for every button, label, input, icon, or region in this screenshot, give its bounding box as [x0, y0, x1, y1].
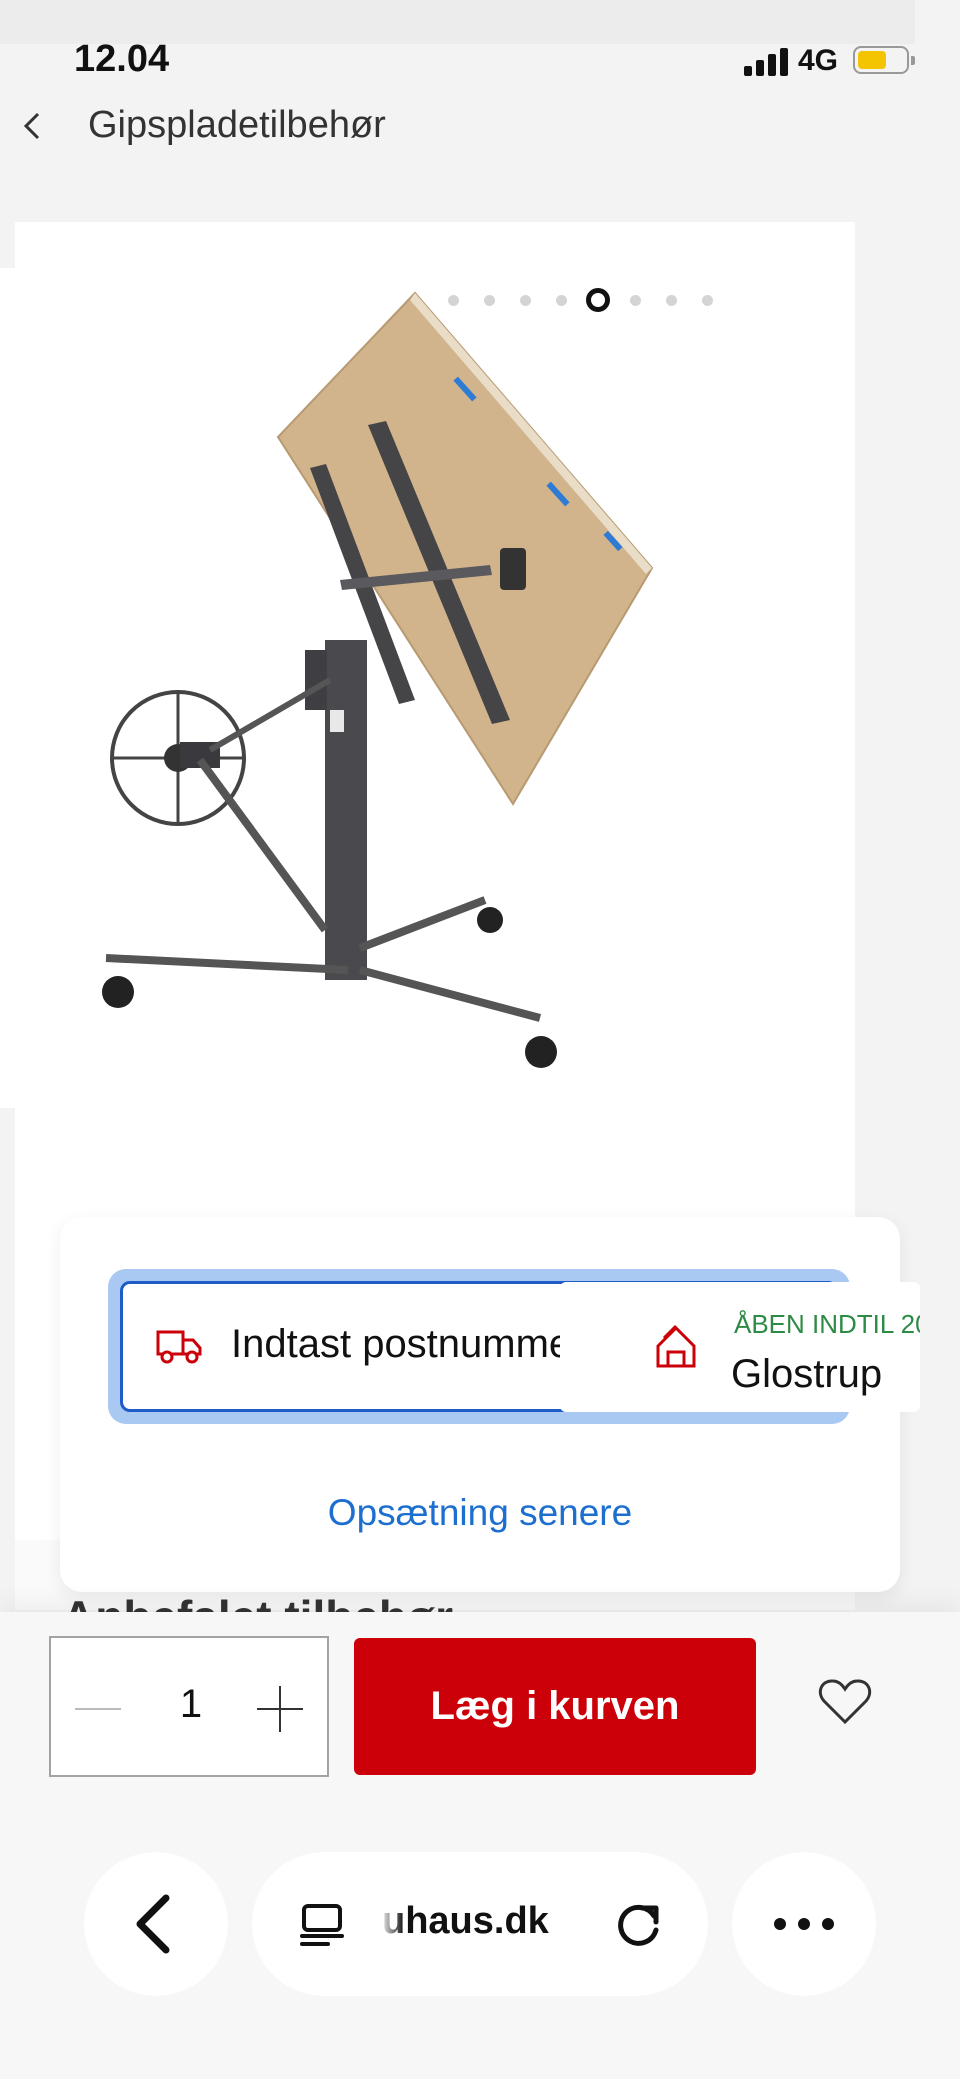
store-icon	[656, 1324, 696, 1368]
url-text: uhaus.dk	[382, 1900, 549, 1942]
browser-toolbar: uhaus.dk	[0, 1838, 960, 1998]
quantity-value[interactable]: 1	[161, 1682, 221, 1727]
back-button[interactable]	[14, 104, 54, 148]
store-name: Glostrup	[731, 1352, 883, 1396]
signal-icon	[744, 46, 788, 76]
more-options-button[interactable]	[732, 1852, 876, 1996]
drywall-lift-image	[102, 291, 654, 1068]
chevron-left-icon	[23, 112, 40, 140]
setup-later-link[interactable]: Opsætning senere	[60, 1492, 900, 1534]
network-type: 4G	[798, 44, 839, 77]
pagination-dot[interactable]	[702, 294, 713, 306]
reader-icon	[300, 1904, 344, 1946]
reload-icon[interactable]	[612, 1896, 666, 1952]
chevron-left-icon	[136, 1894, 170, 1954]
battery-icon	[853, 46, 915, 74]
postcode-label: Indtast postnummer	[231, 1322, 585, 1366]
truck-icon	[156, 1330, 202, 1364]
page-header: Gipspladetilbehør	[0, 92, 960, 162]
status-time: 12.04	[74, 38, 170, 80]
image-edge	[0, 268, 15, 1108]
heart-icon[interactable]	[818, 1678, 872, 1726]
url-fade	[380, 1892, 404, 1952]
postcode-option[interactable]: Indtast postnummer	[123, 1284, 623, 1409]
address-bar[interactable]: uhaus.dk	[252, 1852, 708, 1996]
section-heading: Anbefalet tilbehør	[62, 1590, 453, 1612]
store-open-status: ÅBEN INDTIL 20	[734, 1309, 920, 1339]
add-to-cart-button[interactable]: Læg i kurven	[354, 1638, 756, 1775]
quantity-stepper: 1	[49, 1636, 329, 1777]
increase-quantity-button[interactable]	[257, 1686, 303, 1732]
browser-back-button[interactable]	[84, 1852, 228, 1996]
decrease-quantity-button[interactable]	[75, 1686, 121, 1732]
page-title: Gipspladetilbehør	[88, 104, 386, 146]
